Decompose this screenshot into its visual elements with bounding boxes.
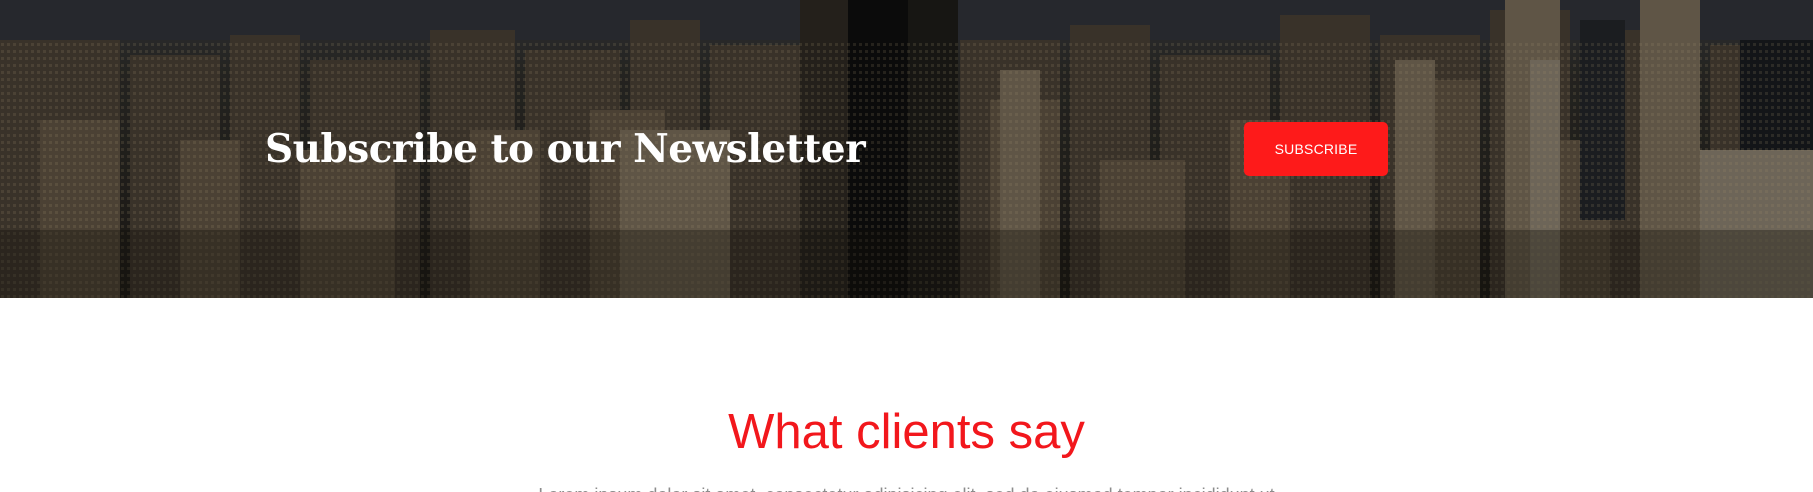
testimonials-section: What clients say Lorem ipsum dolor sit a… <box>0 298 1813 492</box>
newsletter-title: Subscribe to our Newsletter <box>265 126 866 172</box>
subscribe-button[interactable]: SUBSCRIBE <box>1244 122 1388 176</box>
page: Subscribe to our Newsletter SUBSCRIBE Wh… <box>0 0 1813 492</box>
testimonials-title: What clients say <box>728 405 1085 459</box>
newsletter-section: Subscribe to our Newsletter SUBSCRIBE <box>0 0 1813 298</box>
testimonials-description: Lorem ipsum dolor sit amet, consectetur … <box>0 483 1813 492</box>
